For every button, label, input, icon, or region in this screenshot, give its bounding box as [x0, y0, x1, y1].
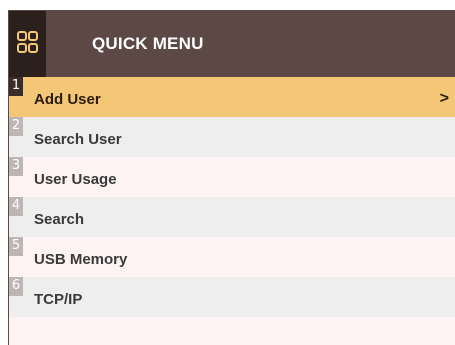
menu-item-label: User Usage	[34, 171, 117, 188]
menu-item-usb-memory[interactable]: 5 USB Memory	[9, 237, 455, 277]
menu-item-label: Add User	[34, 91, 101, 108]
chevron-right-icon: >	[439, 90, 449, 107]
menu-item-number: 4	[9, 197, 23, 216]
menu-item-number: 1	[9, 77, 23, 96]
grid-icon-graphic	[17, 31, 38, 53]
menu-item-label: USB Memory	[34, 251, 128, 268]
menu-item-tcp-ip[interactable]: 6 TCP/IP	[9, 277, 455, 317]
menu-item-label: Search User	[34, 131, 122, 148]
menu-item-user-usage[interactable]: 3 User Usage	[9, 157, 455, 197]
page-title: QUICK MENU	[92, 34, 204, 53]
menu-item-label: Search	[34, 211, 85, 228]
menu-item-number: 2	[9, 117, 23, 136]
menu-item-search-user[interactable]: 2 Search User	[9, 117, 455, 157]
menu-item-number: 5	[9, 237, 23, 256]
menu-item-number: 3	[9, 157, 23, 176]
menu-item-label: TCP/IP	[34, 291, 83, 308]
menu-item-number: 6	[9, 277, 23, 296]
quick-menu-header: QUICK MENU	[9, 11, 455, 77]
menu-item-add-user[interactable]: 1 Add User >	[9, 77, 455, 117]
menu-item-search[interactable]: 4 Search	[9, 197, 455, 237]
grid-icon[interactable]	[9, 11, 46, 77]
quick-menu-panel: QUICK MENU 1 Add User > 2 Search User 3 …	[8, 10, 455, 345]
